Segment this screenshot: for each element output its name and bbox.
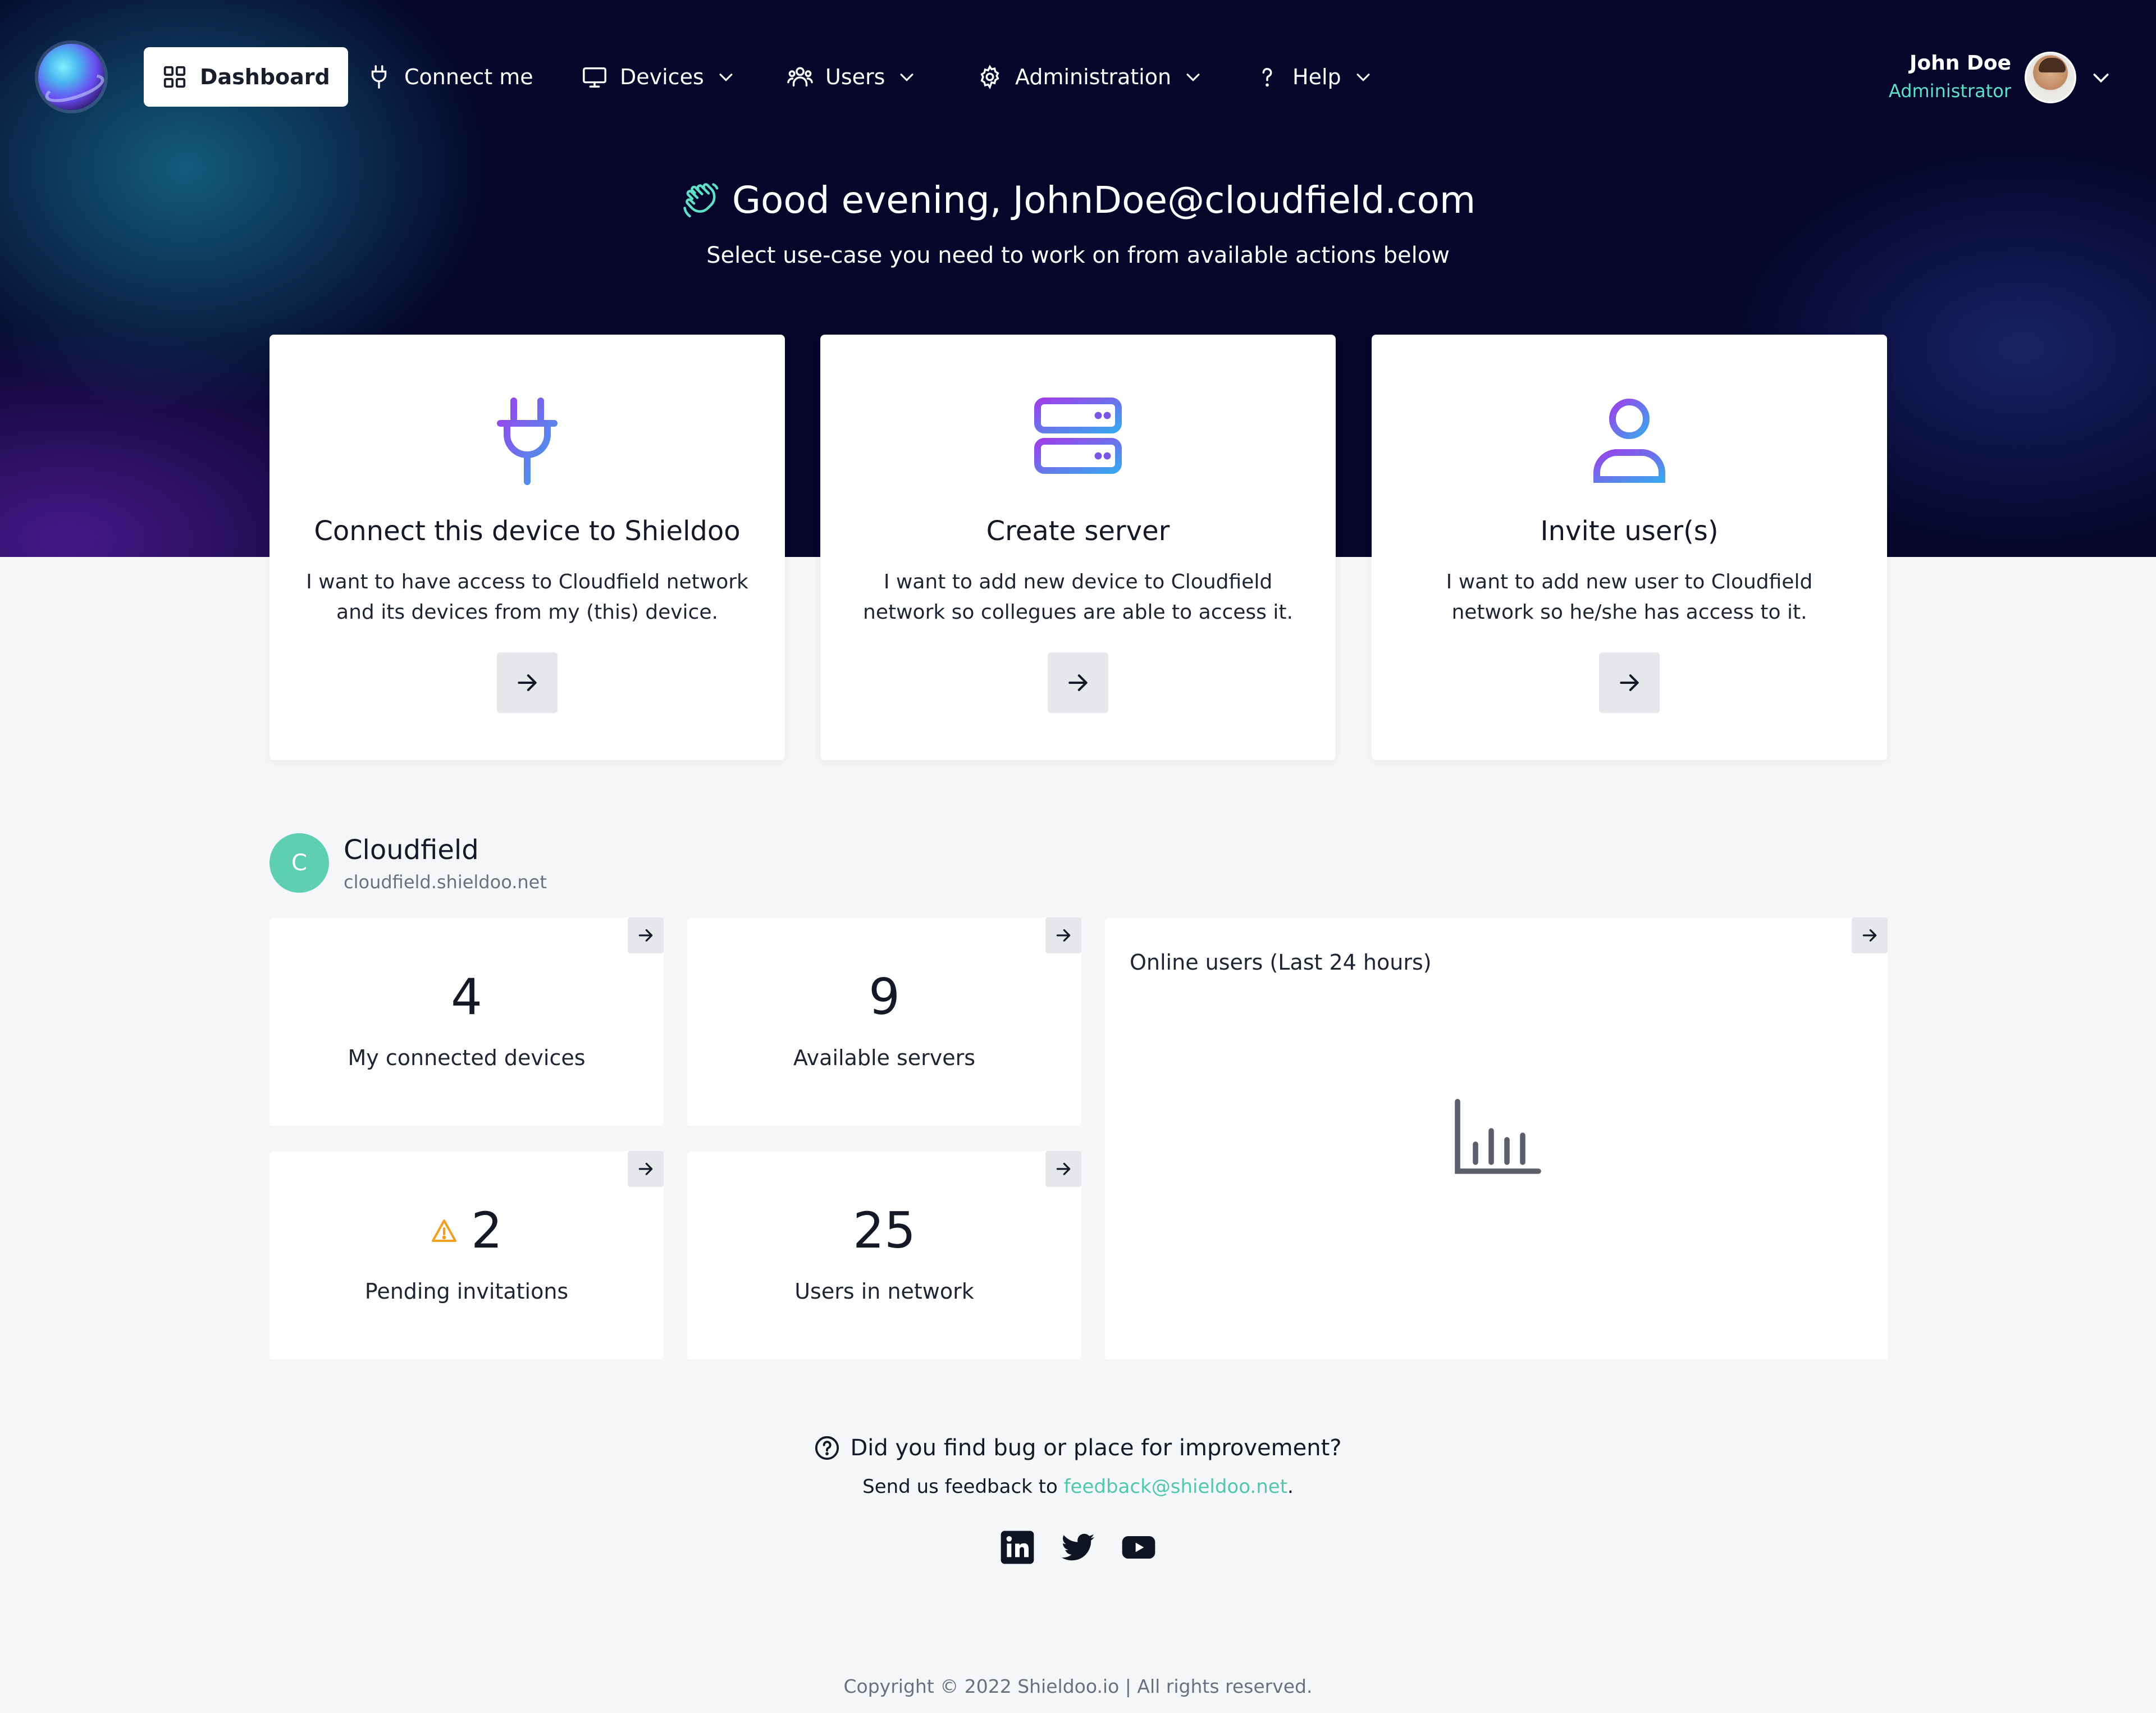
action-card-invite-users[interactable]: Invite user(s) I want to add new user to… xyxy=(1372,335,1887,760)
feedback-question: Did you find bug or place for improvemen… xyxy=(0,1435,2156,1461)
warning-icon xyxy=(432,1219,456,1242)
chevron-down-icon xyxy=(1356,74,1370,81)
nav-users[interactable]: Users xyxy=(787,47,916,107)
user-name: John Doe xyxy=(1910,52,2011,75)
stat-arrow-button[interactable] xyxy=(1045,917,1081,953)
monitor-icon xyxy=(583,67,606,88)
waving-hand-icon xyxy=(683,182,719,217)
feedback-email-link[interactable]: feedback@shieldoo.net xyxy=(1064,1476,1287,1498)
arrow-right-icon xyxy=(1056,929,1071,942)
copyright: Copyright © 2022 Shieldoo.io | All right… xyxy=(843,1675,1313,1697)
stat-value: 25 xyxy=(853,1202,916,1259)
stat-label: My connected devices xyxy=(348,1045,586,1070)
arrow-right-icon xyxy=(638,1163,653,1175)
twitter-icon[interactable] xyxy=(1060,1529,1096,1565)
action-card-title: Connect this device to Shieldoo xyxy=(314,515,741,547)
arrow-right-icon xyxy=(1620,674,1639,691)
stat-value: 9 xyxy=(869,968,900,1026)
stat-label: Pending invitations xyxy=(364,1279,569,1304)
user-menu[interactable]: John Doe Administrator xyxy=(1889,52,2011,102)
chevron-down-icon xyxy=(719,74,733,81)
nav-label: Devices xyxy=(620,65,704,89)
action-card-description: I want to have access to Cloudfield netw… xyxy=(306,570,748,624)
nav-connect-me[interactable]: Connect me xyxy=(366,47,533,107)
feedback-question-text: Did you find bug or place for improvemen… xyxy=(850,1435,1342,1461)
action-card-create-server[interactable]: Create server I want to add new device t… xyxy=(820,335,1336,760)
stat-available-servers: 9 Available servers xyxy=(687,917,1081,1126)
user-icon xyxy=(1593,399,1665,483)
stat-pending-invitations: 2 Pending invitations xyxy=(270,1151,664,1360)
nav-label: Dashboard xyxy=(200,65,330,89)
chevron-down-icon xyxy=(1186,74,1200,81)
nav-dashboard[interactable]: Dashboard xyxy=(144,47,348,107)
arrow-right-icon xyxy=(1862,929,1877,942)
arrow-right-icon xyxy=(518,674,537,691)
stat-value: 4 xyxy=(451,968,482,1026)
nav-label: Connect me xyxy=(404,65,533,89)
stat-users-in-network: 25 Users in network xyxy=(687,1151,1081,1360)
arrow-right-icon xyxy=(1068,674,1088,691)
users-icon xyxy=(787,67,813,87)
action-card-title: Invite user(s) xyxy=(1540,515,1719,547)
arrow-right-icon xyxy=(638,929,653,942)
greeting-email: JohnDoe@cloudfield.com xyxy=(1012,179,1476,222)
plug-icon xyxy=(371,65,387,89)
stat-label: Available servers xyxy=(793,1045,976,1070)
nav-label: Users xyxy=(825,65,885,89)
question-circle-icon xyxy=(815,1436,839,1460)
feedback-send: Send us feedback to feedback@shieldoo.ne… xyxy=(862,1476,1294,1498)
question-mark-icon xyxy=(1262,67,1272,87)
create-server-arrow-button[interactable] xyxy=(1048,652,1108,713)
greeting: Good evening, JohnDoe@cloudfield.com xyxy=(0,179,2156,222)
org-domain: cloudfield.shieldoo.net xyxy=(344,871,547,893)
chart-arrow-button[interactable] xyxy=(1852,917,1888,953)
invite-users-arrow-button[interactable] xyxy=(1599,652,1660,713)
action-card-title: Create server xyxy=(986,515,1170,547)
stat-value: 2 xyxy=(270,1202,664,1259)
nav-label: Administration xyxy=(1015,65,1172,89)
chevron-down-icon xyxy=(900,74,913,81)
gear-icon xyxy=(980,65,999,90)
nav-help[interactable]: Help xyxy=(1254,47,1373,107)
plug-icon xyxy=(497,398,558,485)
arrow-right-icon xyxy=(1056,1163,1071,1175)
action-card-connect-device[interactable]: Connect this device to Shieldoo I want t… xyxy=(270,335,785,760)
user-role: Administrator xyxy=(1888,80,2011,102)
stat-label: Users in network xyxy=(794,1279,974,1304)
chevron-down-icon[interactable] xyxy=(2090,66,2112,89)
social-links xyxy=(0,1529,2156,1565)
stat-arrow-button[interactable] xyxy=(1045,1151,1081,1187)
nav-label: Help xyxy=(1292,65,1341,89)
action-card-description: I want to add new user to Cloudfield netw… xyxy=(1446,570,1813,624)
org-name: Cloudfield xyxy=(344,834,479,866)
action-card-description: I want to add new device to Cloudfield ne… xyxy=(863,570,1293,624)
stat-my-connected-devices: 4 My connected devices xyxy=(270,917,664,1126)
nav-devices[interactable]: Devices xyxy=(582,47,736,107)
linkedin-icon[interactable] xyxy=(999,1529,1035,1565)
grid-icon xyxy=(163,66,186,88)
greeting-prefix: Good evening, xyxy=(732,179,1002,222)
user-avatar[interactable] xyxy=(2025,52,2076,103)
stat-arrow-button[interactable] xyxy=(628,917,664,953)
org-avatar: C xyxy=(270,833,329,893)
stat-arrow-button[interactable] xyxy=(628,1151,664,1187)
nav-administration[interactable]: Administration xyxy=(977,47,1203,107)
online-users-chart-panel: Online users (Last 24 hours) xyxy=(1105,917,1888,1360)
chart-title: Online users (Last 24 hours) xyxy=(1130,950,1432,975)
connect-device-arrow-button[interactable] xyxy=(497,652,558,713)
greeting-subtitle: Select use-case you need to work on from… xyxy=(706,243,1450,268)
bar-chart-placeholder-icon xyxy=(1455,1099,1541,1174)
server-icon xyxy=(1034,398,1122,474)
shieldoo-logo[interactable] xyxy=(38,44,104,110)
top-nav: Dashboard Connect me Devices Users Admin… xyxy=(0,0,2156,155)
youtube-icon[interactable] xyxy=(1121,1529,1157,1565)
